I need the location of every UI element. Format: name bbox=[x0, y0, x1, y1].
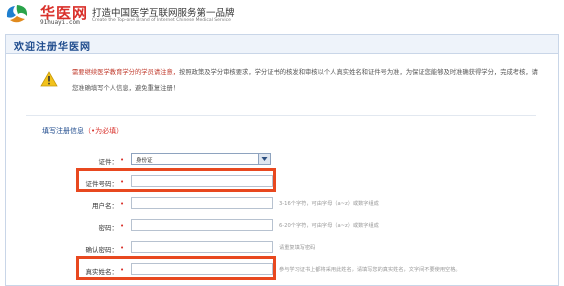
required-star: • bbox=[120, 222, 125, 230]
confirm-password-input[interactable] bbox=[131, 241, 273, 253]
chevron-down-icon[interactable] bbox=[258, 154, 270, 164]
panel-header: 欢迎注册华医网 bbox=[6, 35, 558, 54]
id-type-value: 身份证 bbox=[136, 158, 153, 164]
section-title: 填写注册信息 bbox=[42, 127, 84, 135]
page-title: 欢迎注册华医网 bbox=[14, 42, 91, 53]
logo-domain: 91huayi.com bbox=[40, 19, 80, 26]
warning-icon bbox=[40, 71, 58, 87]
site-header: 华医网 91huayi.com 打造中国医学互联网服务第一品牌 Create t… bbox=[0, 0, 564, 30]
notice-box: 需要继续医学教育学分的学员请注意，按照政策及学分审核要求，学分证书的核发和审核以… bbox=[26, 63, 541, 101]
form-row-password: 密码： • 6-20个字符，可由字母（a~z）或数字组成 bbox=[6, 219, 558, 233]
logo-icon bbox=[6, 5, 28, 23]
notice-highlight: 需要继续医学教育学分的学员请注意， bbox=[72, 69, 180, 76]
notice-text: 需要继续医学教育学分的学员请注意，按照政策及学分审核要求，学分证书的核发和审核以… bbox=[72, 65, 542, 97]
divider bbox=[26, 115, 536, 116]
form-row-confirm-password: 确认密码： • 请重复填写密码 bbox=[6, 241, 558, 255]
annotation-box-id-number bbox=[76, 168, 276, 192]
id-type-label: 证件： bbox=[98, 158, 119, 166]
registration-panel: 欢迎注册华医网 需要继续医学教育学分的学员请注意，按照政策及学分审核要求，学分证… bbox=[5, 34, 559, 286]
annotation-box-real-name bbox=[76, 256, 276, 280]
required-star: • bbox=[120, 156, 125, 164]
password-label: 密码： bbox=[98, 224, 119, 232]
password-hint: 6-20个字符，可由字母（a~z）或数字组成 bbox=[279, 223, 379, 229]
form-row-username: 用户名： • 3-16个字符，可由字母（a~z）或数字组成 bbox=[6, 197, 558, 211]
form-section-label: 填写注册信息（•为必填） bbox=[42, 126, 123, 136]
required-star: • bbox=[120, 244, 125, 252]
password-input[interactable] bbox=[131, 219, 273, 231]
required-star: • bbox=[120, 200, 125, 208]
site-slogan-en: Create the Top-one Brand of Internet Chi… bbox=[92, 18, 231, 23]
username-input[interactable] bbox=[131, 197, 273, 209]
confirm-password-label: 确认密码： bbox=[85, 246, 119, 254]
real-name-hint: 参与学习证书上都将采用此姓名，请填写您的真实姓名，文字间不要使用空格。 bbox=[279, 267, 461, 273]
site-slogan: 打造中国医学互联网服务第一品牌 bbox=[92, 8, 235, 19]
required-note: （•为必填） bbox=[84, 127, 124, 135]
id-type-select[interactable]: 身份证 bbox=[131, 153, 271, 165]
form-row-id-type: 证件： • 身份证 bbox=[6, 153, 558, 167]
username-hint: 3-16个字符，可由字母（a~z）或数字组成 bbox=[279, 201, 379, 207]
confirm-password-hint: 请重复填写密码 bbox=[279, 245, 316, 251]
username-label: 用户名： bbox=[92, 202, 118, 210]
